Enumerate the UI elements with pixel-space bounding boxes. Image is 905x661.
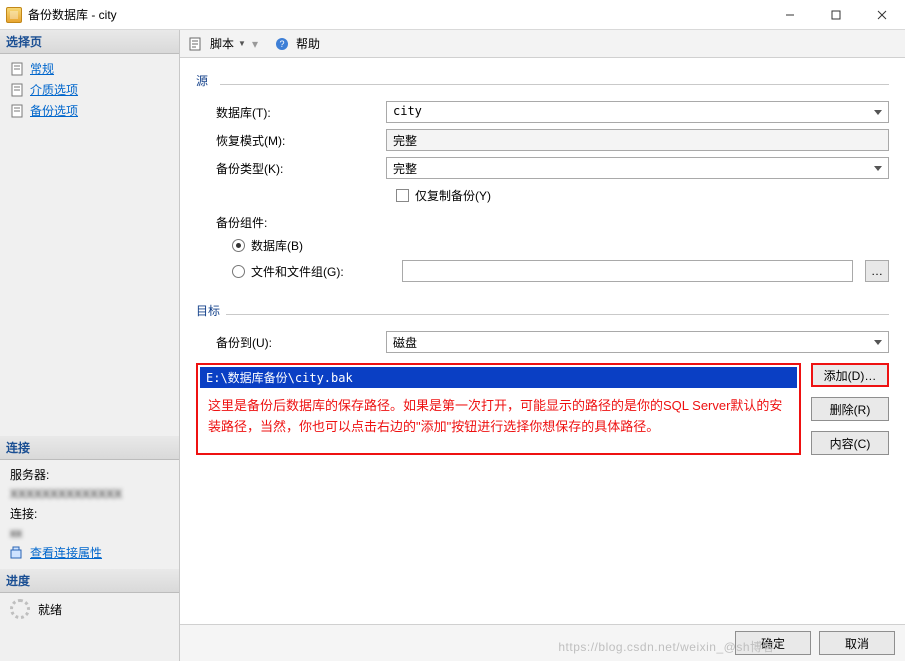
view-props-label: 查看连接属性 [30,544,102,561]
radio-database[interactable] [232,239,245,252]
conn-row: 连接: [0,503,179,524]
source-group: 源 数据库(T): city 恢复模式(M): 完整 [196,72,889,288]
content-pane: 脚本 ▼ ▾ ? 帮助 源 数据库(T): city [180,30,905,661]
sidebar-item-general[interactable]: 常规 [0,58,179,79]
content-toolbar: 脚本 ▼ ▾ ? 帮助 [180,30,905,58]
radio-database-row[interactable]: 数据库(B) [232,237,889,254]
sidebar-item-label: 常规 [30,60,54,77]
page-icon [10,104,24,118]
help-button[interactable]: 帮助 [296,35,320,52]
radio-filegroup-label: 文件和文件组(G): [251,263,344,280]
sidebar-item-media-options[interactable]: 介质选项 [0,79,179,100]
database-select[interactable]: city [386,101,889,123]
close-button[interactable] [859,0,905,29]
copy-only-checkbox[interactable] [396,189,409,202]
cancel-button[interactable]: 取消 [819,631,895,655]
backup-to-label: 备份到(U): [216,334,386,351]
dialog-footer: https://blog.csdn.net/weixin_@sh博客 确定 取消 [180,624,905,661]
minimize-button[interactable] [767,0,813,29]
connection-info: 服务器: XXXXXXXXXXXXXX 连接: xx 查看连接属性 [0,460,179,569]
script-button[interactable]: 脚本 [210,35,234,52]
sidebar-item-label: 介质选项 [30,81,78,98]
help-icon: ? [274,36,290,52]
recovery-value: 完整 [386,129,889,151]
destination-path[interactable]: E:\数据库备份\city.bak [200,367,797,388]
database-label: 数据库(T): [216,104,386,121]
conn-value-row: xx [0,524,179,542]
radio-filegroup-row: 文件和文件组(G): … [232,260,889,282]
ok-button[interactable]: 确定 [735,631,811,655]
titlebar: 备份数据库 - city [0,0,905,30]
spinner-icon [10,599,30,619]
conn-label: 连接: [10,505,37,522]
progress-header: 进度 [0,569,179,593]
remove-button[interactable]: 删除(R) [811,397,889,421]
component-label: 备份组件: [216,214,889,231]
server-label: 服务器: [10,466,49,483]
conn-value: xx [10,526,22,540]
content-button[interactable]: 内容(C) [811,431,889,455]
script-dropdown-arrow[interactable]: ▼ [238,39,246,48]
svg-text:?: ? [279,39,284,49]
annotation-text: 这里是备份后数据库的保存路径。如果是第一次打开，可能显示的路径的是你的SQL S… [200,388,797,440]
radio-filegroup[interactable] [232,265,245,278]
destination-area: E:\数据库备份\city.bak 这里是备份后数据库的保存路径。如果是第一次打… [196,363,889,455]
content-body: 源 数据库(T): city 恢复模式(M): 完整 [180,58,905,624]
server-value: XXXXXXXXXXXXXX [10,487,122,501]
sidebar-item-label: 备份选项 [30,102,78,119]
server-row: 服务器: [0,464,179,485]
recovery-row: 恢复模式(M): 完整 [216,129,889,151]
backup-type-select[interactable]: 完整 [386,157,889,179]
app-icon [6,7,22,23]
connection-icon [10,546,24,560]
connection-header: 连接 [0,436,179,460]
script-icon [188,36,204,52]
source-group-label: 源 [196,72,889,95]
database-row: 数据库(T): city [216,101,889,123]
filegroup-input[interactable] [402,260,853,282]
page-icon [10,62,24,76]
backup-type-label: 备份类型(K): [216,160,386,177]
progress-row: 就绪 [0,593,179,625]
page-list: 常规 介质选项 备份选项 [0,54,179,127]
server-value-row: XXXXXXXXXXXXXX [0,485,179,503]
add-button[interactable]: 添加(D)… [811,363,889,387]
sidebar-item-backup-options[interactable]: 备份选项 [0,100,179,121]
backup-to-row: 备份到(U): 磁盘 [216,331,889,353]
copy-only-row[interactable]: 仅复制备份(Y) [396,187,889,204]
sidebar: 选择页 常规 介质选项 备份选项 连接 [0,30,180,661]
destination-list[interactable]: E:\数据库备份\city.bak 这里是备份后数据库的保存路径。如果是第一次打… [196,363,801,455]
view-connection-props[interactable]: 查看连接属性 [0,542,179,563]
maximize-button[interactable] [813,0,859,29]
window-title: 备份数据库 - city [28,6,767,23]
radio-database-label: 数据库(B) [251,237,303,254]
recovery-label: 恢复模式(M): [216,132,386,149]
select-page-header: 选择页 [0,30,179,54]
progress-status: 就绪 [38,601,62,618]
filegroup-browse-button[interactable]: … [865,260,889,282]
destination-buttons: 添加(D)… 删除(R) 内容(C) [811,363,889,455]
backup-type-row: 备份类型(K): 完整 [216,157,889,179]
main-layout: 选择页 常规 介质选项 备份选项 连接 [0,30,905,661]
backup-to-select[interactable]: 磁盘 [386,331,889,353]
window-controls [767,0,905,29]
page-icon [10,83,24,97]
copy-only-label: 仅复制备份(Y) [415,187,491,204]
destination-group-label: 目标 [196,302,889,325]
destination-group: 目标 备份到(U): 磁盘 E:\数据库备份\city.bak 这里是备份后数据… [196,302,889,602]
